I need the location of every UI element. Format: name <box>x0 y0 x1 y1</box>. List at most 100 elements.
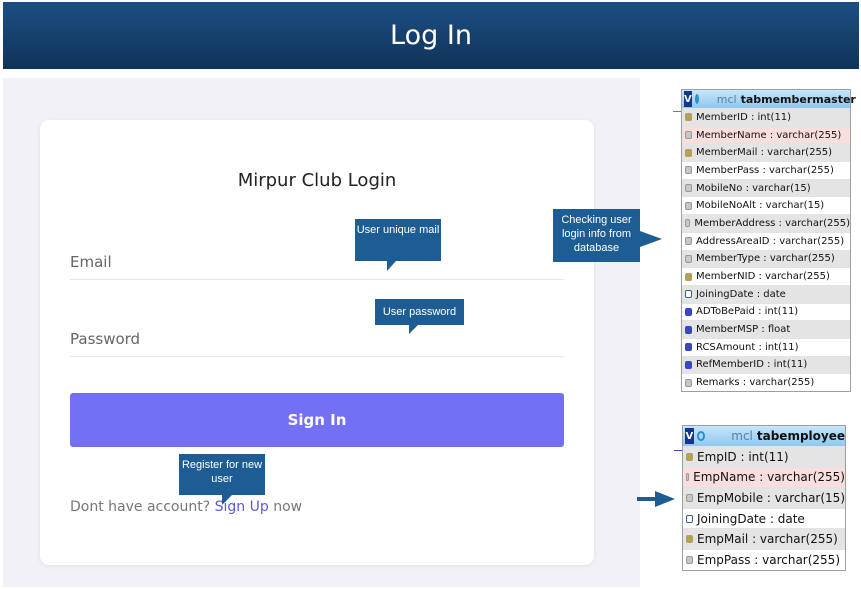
index-icon <box>685 166 692 175</box>
db-column-label: EmpID : int(11) <box>697 449 789 464</box>
calendar-icon <box>685 290 692 299</box>
view-toggle-icon[interactable]: V <box>685 428 694 444</box>
db-table-columns: MemberID : int(11) MemberName : varchar(2… <box>682 108 850 391</box>
signup-suffix-text: now <box>273 499 303 515</box>
arrow-right-icon <box>637 491 675 507</box>
signup-prompt: Dont have account? Sign Up now <box>70 499 302 515</box>
db-column-label: MemberName : varchar(255) <box>696 129 842 141</box>
index-icon <box>686 555 693 564</box>
db-column-label: EmpPass : varchar(255) <box>697 552 840 567</box>
db-table-name: tabmembermaster <box>740 92 856 106</box>
callout-user-password: User password <box>375 299 464 334</box>
db-column-row: MemberName : varchar(255) <box>682 125 850 144</box>
db-column-row: EmpPass : varchar(255) <box>683 548 845 570</box>
db-column-row: MemberAddress : varchar(255) <box>682 214 850 232</box>
db-column-label: EmpMail : varchar(255) <box>697 532 838 547</box>
key-icon <box>686 452 693 461</box>
db-column-row: EmpName : varchar(255) <box>683 466 845 488</box>
db-table-header: V mcl tabmembermaster <box>682 90 856 108</box>
password-field[interactable] <box>70 321 564 356</box>
db-table-header: V mcl tabemployee <box>683 426 845 446</box>
page-title: Log In <box>390 20 472 51</box>
callout-database-check-text: Checking user login info from database <box>561 214 632 254</box>
password-field-wrapper <box>70 321 564 357</box>
index-icon <box>685 254 692 263</box>
callout-tail <box>387 261 396 271</box>
db-column-label: MemberNID : varchar(255) <box>696 271 830 283</box>
db-table-tabemployee: V mcl tabemployee EmpID : int(11) EmpName… <box>682 425 846 571</box>
login-card: Mirpur Club Login Sign In Dont have acco… <box>40 120 594 565</box>
callout-user-mail-text: User unique mail <box>356 224 440 236</box>
account-prompt-text: Dont have account? <box>70 499 211 515</box>
callout-register: Register for new user <box>179 454 265 505</box>
db-column-label: MemberMSP : float <box>696 324 791 336</box>
sign-in-button[interactable]: Sign In <box>70 393 564 447</box>
key-icon <box>685 148 692 157</box>
db-column-row: AddressAreaID : varchar(255) <box>682 231 850 250</box>
db-column-row: JoiningDate : date <box>683 507 845 529</box>
db-column-label: MobileNo : varchar(15) <box>696 182 811 194</box>
page: Log In Mirpur Club Login Sign In Dont ha… <box>0 0 861 589</box>
db-table-tabmembermaster: V mcl tabmembermaster MemberID : int(11)… <box>681 89 856 392</box>
callout-tail <box>222 495 232 505</box>
db-column-row: MemberID : int(11) <box>682 108 850 126</box>
db-column-row: RefMemberID : int(11) <box>682 355 850 374</box>
email-field[interactable] <box>70 244 564 279</box>
callout-user-mail: User unique mail <box>355 219 441 271</box>
db-column-label: RCSAmount : int(11) <box>696 341 799 353</box>
db-column-label: EmpName : varchar(255) <box>693 470 845 485</box>
callout-register-text: Register for new user <box>181 459 263 485</box>
db-column-label: MemberPass : varchar(255) <box>696 164 834 176</box>
db-column-label: JoiningDate : date <box>697 511 805 526</box>
numeric-icon <box>685 307 692 316</box>
index-icon <box>685 378 692 387</box>
db-column-label: AddressAreaID : varchar(255) <box>696 235 845 247</box>
db-column-label: EmpMobile : varchar(15) <box>696 490 845 505</box>
db-column-row: MemberMail : varchar(255) <box>682 143 850 162</box>
db-column-row: ADToBePaid : int(11) <box>682 302 850 321</box>
db-column-label: RefMemberID : int(11) <box>696 359 808 371</box>
db-column-label: MemberType : varchar(255) <box>696 253 835 265</box>
db-table-columns: EmpID : int(11) EmpName : varchar(255) Emp… <box>683 446 845 570</box>
index-icon <box>685 219 691 228</box>
db-column-label: MemberAddress : varchar(255) <box>694 217 850 229</box>
db-column-label: MemberID : int(11) <box>696 111 792 123</box>
db-column-row: MobileNo : varchar(15) <box>682 178 850 197</box>
db-name: mcl <box>716 92 737 106</box>
db-column-row: EmpID : int(11) <box>683 446 845 467</box>
callout-arrow <box>640 231 662 247</box>
index-icon <box>686 473 690 482</box>
relation-line <box>673 111 681 112</box>
calendar-icon <box>686 514 693 523</box>
callout-user-password-text: User password <box>382 306 457 318</box>
key-icon <box>685 113 692 122</box>
db-column-label: ADToBePaid : int(11) <box>696 306 799 318</box>
numeric-icon <box>685 360 692 369</box>
relation-line <box>674 450 682 451</box>
db-column-row: MemberType : varchar(255) <box>682 249 850 268</box>
db-column-row: MobileNoAlt : varchar(15) <box>682 196 850 214</box>
numeric-icon <box>685 343 692 352</box>
db-column-label: MobileNoAlt : varchar(15) <box>696 200 825 212</box>
email-field-wrapper <box>70 244 564 280</box>
db-column-label: MemberMail : varchar(255) <box>696 147 833 159</box>
page-header: Log In <box>3 2 859 69</box>
db-column-row: EmpMail : varchar(255) <box>683 528 845 549</box>
db-column-row: MemberPass : varchar(255) <box>682 161 850 179</box>
db-column-row: RCSAmount : int(11) <box>682 337 850 356</box>
index-icon <box>685 237 692 246</box>
gear-icon <box>694 94 699 104</box>
db-column-label: JoiningDate : date <box>696 288 786 300</box>
index-icon <box>685 131 692 140</box>
numeric-icon <box>685 325 692 334</box>
db-column-row: EmpMobile : varchar(15) <box>683 487 845 508</box>
db-table-name: tabemployee <box>756 429 845 443</box>
key-icon <box>686 535 693 544</box>
db-column-row: MemberNID : varchar(255) <box>682 267 850 285</box>
index-icon <box>685 201 692 210</box>
db-column-row: Remarks : varchar(255) <box>682 373 850 391</box>
view-toggle-icon[interactable]: V <box>684 91 692 107</box>
db-column-row: JoiningDate : date <box>682 284 850 303</box>
db-column-label: Remarks : varchar(255) <box>696 377 815 389</box>
index-icon <box>685 184 692 193</box>
